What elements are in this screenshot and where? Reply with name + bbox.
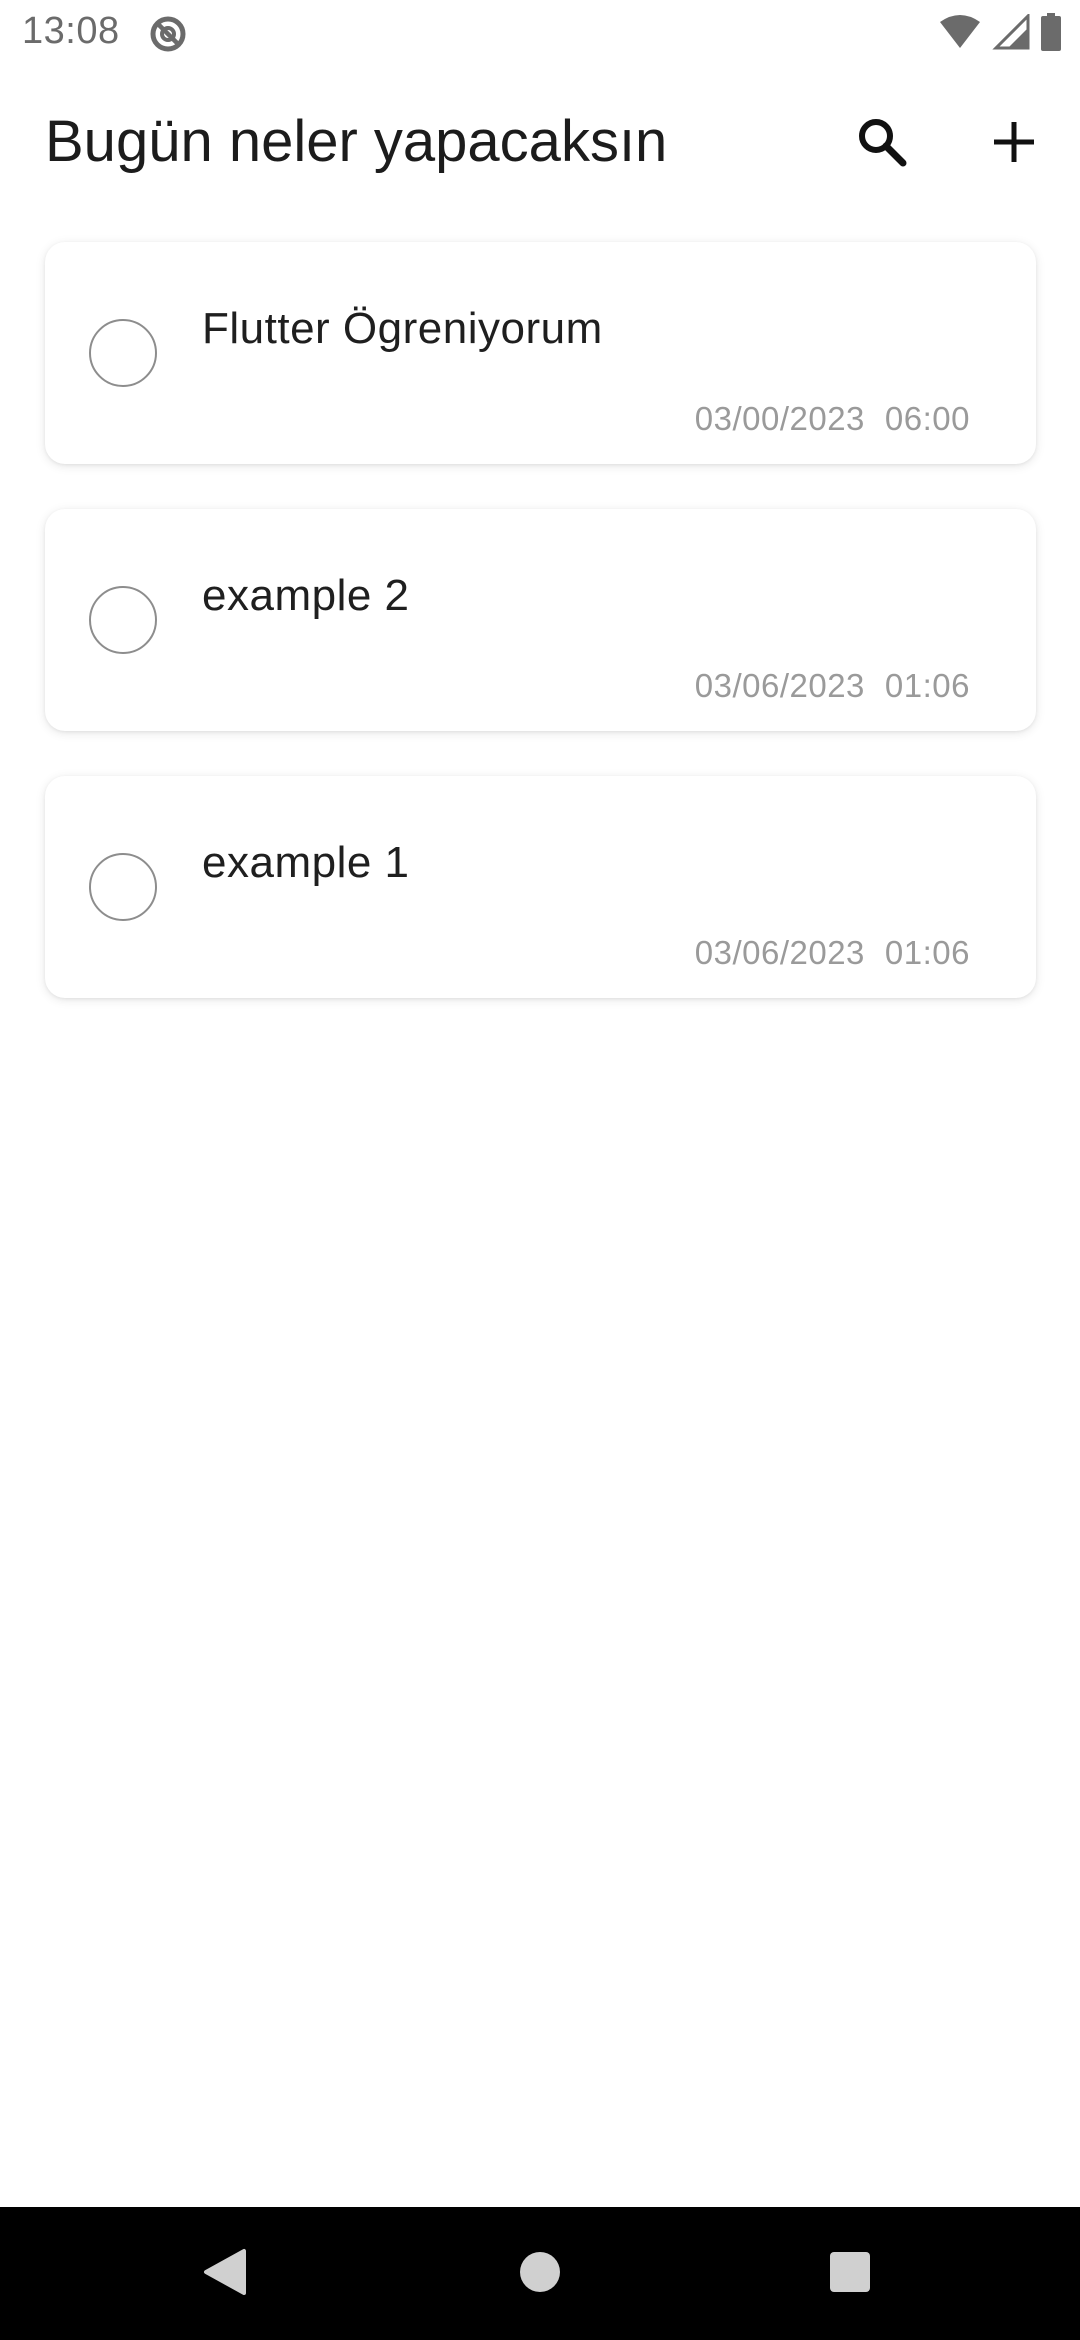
status-bar: 13:08 (0, 0, 1080, 66)
task-card[interactable]: example 1 03/06/2023 01:06 (45, 776, 1036, 998)
task-checkbox[interactable] (89, 319, 157, 387)
task-title: example 2 (202, 571, 410, 620)
recents-icon (828, 2250, 872, 2299)
task-time: 01:06 (884, 934, 970, 971)
battery-icon (1040, 12, 1062, 56)
task-date: 03/00/2023 (694, 400, 865, 437)
task-datetime: 03/00/2023 06:00 (695, 400, 970, 438)
page-title: Bugün neler yapacaksın (45, 109, 668, 174)
status-time: 13:08 (22, 10, 120, 52)
task-title: example 1 (202, 838, 410, 887)
wifi-icon (938, 14, 982, 55)
task-list: Flutter Ögreniyorum 03/00/2023 06:00 exam… (45, 242, 1036, 1043)
screen: 13:08 Bugün neler yapacaksın Flutter Ögr… (0, 0, 1080, 2340)
task-checkbox[interactable] (89, 586, 157, 654)
back-icon (202, 2247, 248, 2302)
home-icon (518, 2250, 562, 2299)
add-task-button[interactable] (972, 102, 1056, 186)
task-datetime: 03/06/2023 01:06 (695, 667, 970, 705)
cellular-signal-icon (992, 11, 1030, 55)
task-datetime: 03/06/2023 01:06 (695, 934, 970, 972)
add-icon (992, 120, 1036, 169)
search-icon (855, 115, 909, 174)
status-icons (938, 11, 1062, 56)
task-title: Flutter Ögreniyorum (202, 304, 603, 353)
recents-button[interactable] (815, 2239, 885, 2309)
task-date: 03/06/2023 (694, 667, 865, 704)
task-time: 01:06 (884, 667, 970, 704)
back-button[interactable] (190, 2239, 260, 2309)
app-bar: Bugün neler yapacaksın (0, 96, 1080, 190)
task-card[interactable]: Flutter Ögreniyorum 03/00/2023 06:00 (45, 242, 1036, 464)
do-not-disturb-icon (148, 14, 188, 54)
task-card[interactable]: example 2 03/06/2023 01:06 (45, 509, 1036, 731)
navigation-bar (0, 2207, 1080, 2340)
task-date: 03/06/2023 (694, 934, 865, 971)
search-button[interactable] (840, 102, 924, 186)
task-checkbox[interactable] (89, 853, 157, 921)
task-time: 06:00 (884, 400, 970, 437)
home-button[interactable] (505, 2239, 575, 2309)
